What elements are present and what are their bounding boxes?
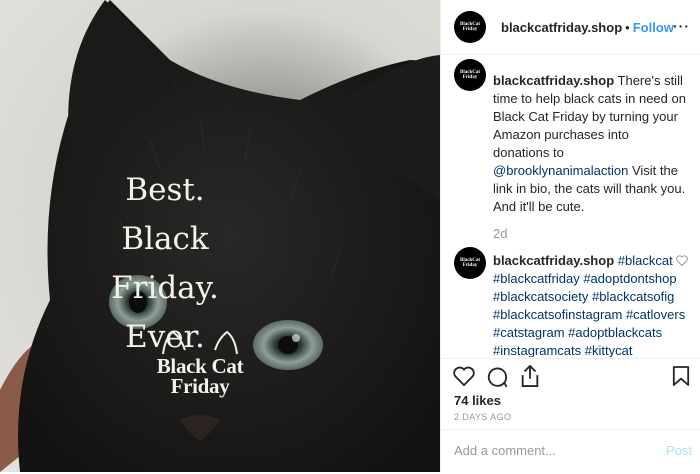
hashtag-comment: BlackCat Friday blackcatfriday.shop #bla… [441, 243, 700, 357]
like-count[interactable]: 74 likes [454, 393, 501, 408]
caption-username[interactable]: blackcatfriday.shop [493, 73, 614, 88]
heart-icon[interactable] [453, 366, 475, 386]
comment-icon[interactable] [486, 366, 508, 388]
separator-dot: • [625, 19, 630, 35]
hashtags-text[interactable]: #blackcat #blackcatfriday #adoptdontshop… [493, 253, 685, 357]
black-cat-friday-logo: Black Cat Friday [140, 328, 260, 398]
post-image[interactable]: Best. Black Friday. Ever. Black Cat Frid… [0, 0, 440, 472]
mention-link[interactable]: @brooklynanimalaction [493, 163, 628, 178]
action-bar: 74 likes 2 DAYS AGO Post [441, 358, 700, 473]
logo-line-1: Black Cat [156, 354, 244, 378]
comments-list[interactable]: BlackCat Friday blackcatfriday.shop Ther… [441, 55, 700, 357]
header-user-info: blackcatfriday.shop • Follow [501, 20, 674, 35]
headline-line-1: Best. [125, 172, 205, 208]
post-comment-button[interactable]: Post [666, 443, 692, 458]
comment-avatar[interactable]: BlackCat Friday [454, 247, 486, 279]
add-comment-section: Post [441, 429, 700, 474]
logo-line-2: Friday [170, 374, 230, 398]
add-comment-input[interactable] [454, 443, 644, 458]
instagram-post: Best. Black Friday. Ever. Black Cat Frid… [0, 0, 700, 472]
like-comment-heart-icon[interactable] [676, 255, 688, 266]
post-side-panel: BlackCat Friday blackcatfriday.shop • Fo… [440, 0, 700, 472]
caption-avatar[interactable]: BlackCat Friday [454, 59, 486, 91]
caption-comment: BlackCat Friday blackcatfriday.shop Ther… [441, 55, 700, 243]
more-options-icon[interactable]: ··· [673, 18, 690, 34]
share-icon[interactable] [519, 364, 541, 388]
caption-age: 2d [493, 226, 508, 241]
cat-ears-icon [162, 330, 238, 355]
comment-username[interactable]: blackcatfriday.shop [493, 253, 614, 268]
follow-button[interactable]: Follow [633, 20, 674, 35]
post-header: BlackCat Friday blackcatfriday.shop • Fo… [441, 0, 700, 55]
post-timestamp: 2 DAYS AGO [454, 412, 512, 422]
avatar[interactable]: BlackCat Friday [454, 11, 486, 43]
header-username[interactable]: blackcatfriday.shop [501, 20, 622, 35]
bookmark-icon[interactable] [672, 365, 690, 387]
headline-line-2: Black Friday. [111, 221, 219, 306]
